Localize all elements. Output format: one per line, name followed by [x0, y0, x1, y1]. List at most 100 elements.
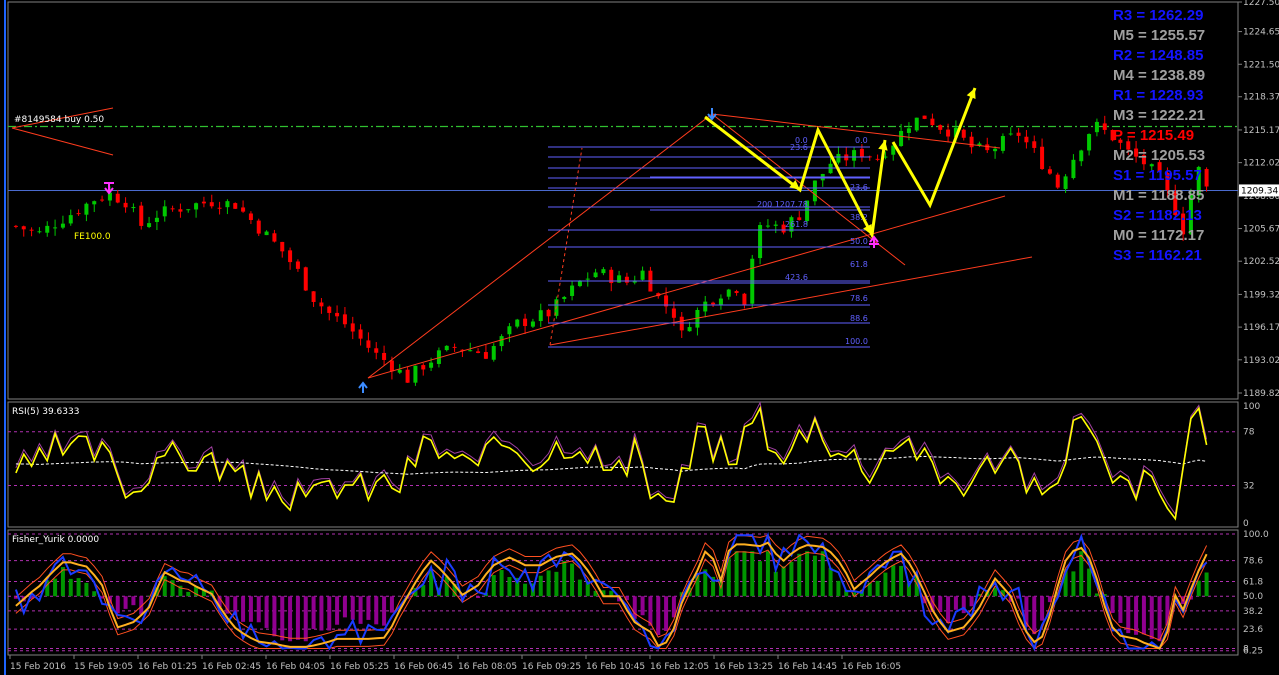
candle — [241, 207, 246, 212]
candle — [100, 199, 105, 201]
candle — [13, 225, 18, 227]
fisher-bar — [342, 596, 347, 618]
fisher-bar — [523, 583, 528, 597]
fisher-bar — [1079, 551, 1084, 597]
channel-lower[interactable] — [367, 195, 1006, 379]
fisher-bar — [303, 596, 308, 642]
rsi-y-tick: 78 — [1243, 428, 1255, 438]
candle — [170, 208, 175, 210]
fisher-bar — [1087, 568, 1092, 597]
fisher-bar — [248, 596, 253, 622]
fisher-bar — [162, 576, 167, 597]
fib-ext-label: 23.6 — [790, 143, 808, 152]
fisher-bar — [53, 578, 58, 597]
fisher-bar — [805, 551, 810, 597]
candle — [45, 225, 50, 233]
pivot-level-2: R2 = 1248.85 — [1113, 47, 1204, 64]
fisher-bar — [577, 579, 582, 597]
candle — [335, 312, 340, 317]
main-panel-frame — [7, 1, 1239, 400]
y-tick-label: 1215.17 — [1243, 126, 1279, 136]
fisher-bar — [969, 596, 974, 607]
fisher-bar — [76, 578, 81, 597]
trend-line-3[interactable] — [549, 256, 1033, 346]
fisher-bar — [1141, 596, 1146, 635]
x-tick-label: 16 Feb 13:25 — [714, 662, 773, 672]
x-tick-label: 16 Feb 12:05 — [650, 662, 709, 672]
fisher-bar — [288, 596, 293, 642]
candle — [899, 130, 904, 147]
fisher-bar — [327, 596, 332, 631]
candle — [209, 202, 214, 207]
candle — [906, 128, 911, 133]
fisher-bar — [382, 596, 387, 626]
candle — [993, 148, 998, 152]
fisher-bar — [648, 596, 653, 626]
trend-line-2[interactable] — [11, 127, 114, 156]
pivot-level-12: S3 = 1162.21 — [1113, 247, 1202, 264]
fib-ext-label: 261.8 — [785, 220, 808, 229]
fisher-bar — [241, 596, 246, 622]
candle — [1204, 169, 1209, 187]
candle — [1087, 134, 1092, 151]
fisher-bar — [115, 596, 120, 614]
fisher-bar — [295, 596, 300, 640]
candle — [523, 318, 528, 327]
candle — [319, 302, 324, 307]
candle — [593, 272, 598, 278]
fisher-bar — [773, 571, 778, 597]
wedge-bottom[interactable] — [711, 113, 906, 266]
pivot-level-6: P = 1215.49 — [1113, 127, 1195, 144]
candle — [280, 241, 285, 252]
candle — [671, 308, 676, 318]
x-tick-label: 15 Feb 2016 — [10, 662, 66, 672]
candle — [154, 217, 159, 222]
fisher-bar — [938, 596, 943, 613]
x-tick-label: 16 Feb 16:05 — [842, 662, 901, 672]
fisher-bar — [491, 575, 496, 597]
candle — [773, 224, 778, 226]
fisher-bar — [781, 566, 786, 597]
fisher-bar — [554, 571, 559, 597]
candle — [53, 227, 58, 229]
candle — [852, 150, 857, 161]
pivot-level-0: R3 = 1262.29 — [1113, 7, 1204, 24]
fisher-bar — [789, 561, 794, 597]
candle — [311, 291, 316, 302]
fisher-bar — [750, 551, 755, 597]
candle — [29, 229, 34, 231]
candle — [374, 348, 379, 353]
fisher-bar — [186, 591, 191, 597]
fisher-bar — [280, 596, 285, 641]
y-tick-label: 1224.65 — [1243, 28, 1279, 38]
order-label[interactable]: #8149584 buy 0.50 — [14, 115, 104, 125]
candle — [538, 310, 543, 322]
fisher-bar — [1149, 596, 1154, 639]
fisher-title: Fisher_Yurik 0.0000 — [12, 535, 99, 545]
y-tick-label: 1202.52 — [1243, 257, 1279, 267]
y-tick-label: 1199.32 — [1243, 290, 1279, 300]
candle — [201, 201, 206, 204]
fisher-bar — [358, 596, 363, 624]
candle — [1000, 136, 1005, 151]
x-tick-label: 16 Feb 06:45 — [394, 662, 453, 672]
fisher-bar — [883, 572, 888, 597]
rsi-line[interactable] — [15, 405, 1208, 521]
candle — [985, 144, 990, 151]
fisher-bar — [1157, 596, 1162, 642]
price-chart[interactable]: 1227.50 1224.65 1221.50 1218.37 1215.17 1212.… — [0, 0, 1279, 675]
candle — [742, 293, 747, 306]
candle — [264, 231, 269, 236]
fisher-bar — [1040, 596, 1045, 621]
candle — [60, 223, 65, 228]
channel-upper[interactable] — [367, 113, 713, 379]
fib-label: 100.0 — [845, 337, 868, 346]
fisher-bar — [92, 591, 97, 597]
x-tick-label: 16 Feb 10:45 — [586, 662, 645, 672]
buy-marker-icon — [104, 182, 114, 195]
pivot-level-11: M0 = 1172.17 — [1113, 227, 1205, 244]
fisher-bar — [264, 596, 269, 628]
fisher-bar — [797, 553, 802, 597]
fisher-bar — [538, 575, 543, 597]
candle — [84, 203, 89, 215]
